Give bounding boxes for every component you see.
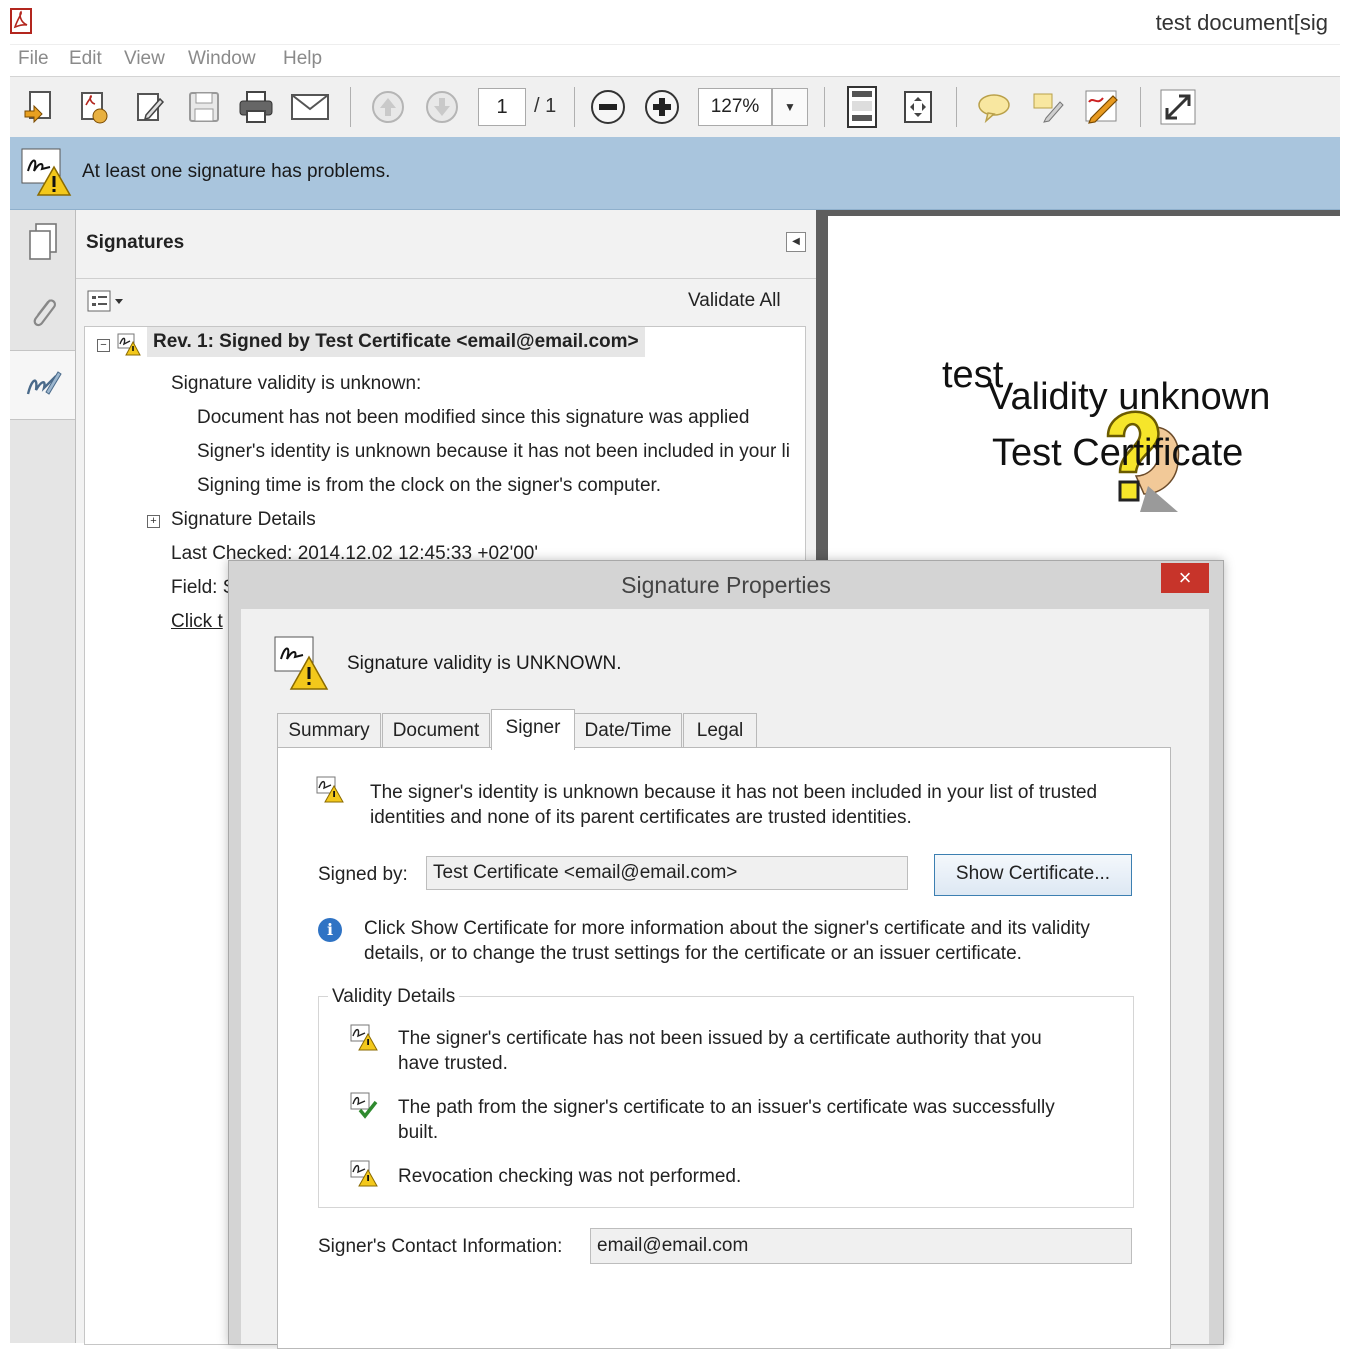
zoom-dropdown-button[interactable]: ▼ (772, 88, 808, 126)
signature-warning-icon (350, 1160, 378, 1188)
signature-pen-icon (24, 366, 62, 405)
signer-identity-detail: Signer's identity is unknown because it … (197, 441, 790, 462)
page-thumbnails-button[interactable] (10, 210, 75, 278)
document-message-bar: At least one signature has problems. (10, 137, 1340, 210)
signed-by-label: Signed by: (318, 864, 408, 885)
acrobat-logo-icon (10, 8, 32, 34)
next-page-icon[interactable] (420, 85, 464, 129)
certificate-info-text-line-1: Click Show Certificate for more informat… (364, 918, 1090, 939)
validate-all-link[interactable]: Validate All (688, 290, 781, 312)
signatures-panel-header: Signatures ◀ (76, 210, 816, 279)
tab-legal[interactable]: Legal (683, 713, 757, 748)
signature-valid-check-icon (350, 1092, 378, 1120)
signature-properties-dialog: Signature Properties × Signature validit… (228, 560, 1224, 1349)
stamp-certificate-text: Test Certificate (992, 432, 1244, 474)
tab-date-time[interactable]: Date/Time (574, 713, 682, 748)
tab-summary[interactable]: Summary (277, 713, 381, 748)
edit-document-icon[interactable] (128, 85, 172, 129)
full-width-icon[interactable] (896, 85, 940, 129)
highlight-text-icon[interactable] (1026, 85, 1070, 129)
signature-validity-status: Signature validity is unknown: (171, 373, 422, 394)
expand-node-button[interactable]: + (147, 515, 160, 528)
tab-signer[interactable]: Signer (491, 709, 575, 750)
create-pdf-icon[interactable] (18, 85, 62, 129)
page-total: / 1 (534, 95, 557, 117)
contact-info-label: Signer's Contact Information: (318, 1236, 563, 1257)
signature-warning-icon (20, 147, 72, 199)
signature-status-message: At least one signature has problems. (82, 161, 391, 182)
menu-edit[interactable]: Edit (69, 48, 102, 70)
zoom-out-icon[interactable] (586, 85, 630, 129)
validity-details-legend: Validity Details (328, 986, 460, 1008)
close-button[interactable]: × (1161, 563, 1209, 593)
signed-by-field[interactable]: Test Certificate <email@email.com> (426, 856, 908, 890)
sign-pen-icon[interactable] (1080, 85, 1124, 129)
save-icon[interactable] (182, 85, 226, 129)
ca-trust-text-line-2: have trusted. (398, 1053, 508, 1074)
signing-time-detail: Signing time is from the clock on the si… (197, 475, 662, 496)
go-to-signature-link[interactable]: Click t (171, 611, 223, 633)
toolbar: 1 / 1 127% ▼ (10, 76, 1340, 138)
signature-warning-icon (316, 776, 344, 804)
email-icon[interactable] (288, 85, 332, 129)
print-icon[interactable] (234, 85, 278, 129)
signatures-panel-button[interactable] (10, 350, 75, 420)
document-unmodified-detail: Document has not been modified since thi… (197, 407, 750, 428)
path-built-text-line-2: built. (398, 1122, 439, 1143)
zoom-in-icon[interactable] (640, 85, 684, 129)
attachments-button[interactable] (10, 280, 75, 348)
signature-revision-title[interactable]: Rev. 1: Signed by Test Certificate <emai… (147, 327, 645, 357)
certificate-info-text-line-2: details, or to change the trust settings… (364, 943, 1022, 964)
signature-options-button[interactable] (86, 290, 128, 316)
ca-trust-text-line-1: The signer's certificate has not been is… (398, 1028, 1042, 1049)
signature-details-node[interactable]: Signature Details (171, 509, 316, 531)
full-screen-icon[interactable] (1156, 85, 1200, 129)
identity-unknown-text-line-1: The signer's identity is unknown because… (370, 782, 1098, 803)
title-bar: test document[sig (0, 0, 1340, 44)
menu-bar: File Edit View Window Help (10, 44, 1340, 75)
info-icon: i (318, 918, 342, 942)
signer-tab-panel: The signer's identity is unknown because… (277, 747, 1171, 1349)
chevron-down-icon: ▼ (784, 100, 796, 114)
fit-page-icon[interactable] (840, 85, 884, 129)
toolbar-separator (350, 87, 351, 127)
pages-icon (26, 222, 60, 267)
tab-document[interactable]: Document (382, 713, 490, 748)
validity-status-text: Signature validity is UNKNOWN. (347, 653, 622, 674)
options-menu-icon (87, 289, 127, 318)
menu-help[interactable]: Help (283, 48, 322, 70)
dialog-title: Signature Properties (621, 572, 831, 598)
page-number-input[interactable]: 1 (478, 88, 526, 126)
toolbar-separator (956, 87, 957, 127)
previous-page-icon[interactable] (366, 85, 410, 129)
signature-warning-icon (117, 333, 141, 357)
revocation-text: Revocation checking was not performed. (398, 1166, 742, 1187)
collapse-panel-button[interactable]: ◀ (786, 232, 806, 252)
toolbar-separator (824, 87, 825, 127)
menu-file[interactable]: File (18, 48, 49, 70)
signatures-panel-title: Signatures (86, 232, 185, 253)
close-icon: × (1178, 565, 1192, 590)
combine-files-icon[interactable] (72, 85, 116, 129)
navigation-pane (10, 210, 76, 1343)
comment-icon[interactable] (972, 85, 1016, 129)
toolbar-separator (1140, 87, 1141, 127)
window-title: test document[sig (1155, 10, 1328, 35)
chevron-left-icon: ◀ (792, 236, 800, 247)
signature-warning-icon (273, 635, 329, 691)
show-certificate-button[interactable]: Show Certificate... (934, 854, 1132, 896)
zoom-level-input[interactable]: 127% (698, 88, 772, 126)
contact-info-field[interactable]: email@email.com (590, 1228, 1132, 1264)
dialog-client-area: Signature validity is UNKNOWN. Summary D… (241, 609, 1209, 1349)
signature-warning-icon (350, 1024, 378, 1052)
collapse-node-button[interactable]: − (97, 339, 110, 352)
identity-unknown-text-line-2: identities and none of its parent certif… (370, 807, 912, 828)
paperclip-icon (26, 292, 60, 337)
menu-window[interactable]: Window (188, 48, 256, 70)
stamp-validity-text: Validity unknown (988, 376, 1271, 418)
path-built-text-line-1: The path from the signer's certificate t… (398, 1097, 1055, 1118)
field-name-text: Field: S (171, 577, 236, 598)
menu-view[interactable]: View (124, 48, 165, 70)
toolbar-separator (574, 87, 575, 127)
